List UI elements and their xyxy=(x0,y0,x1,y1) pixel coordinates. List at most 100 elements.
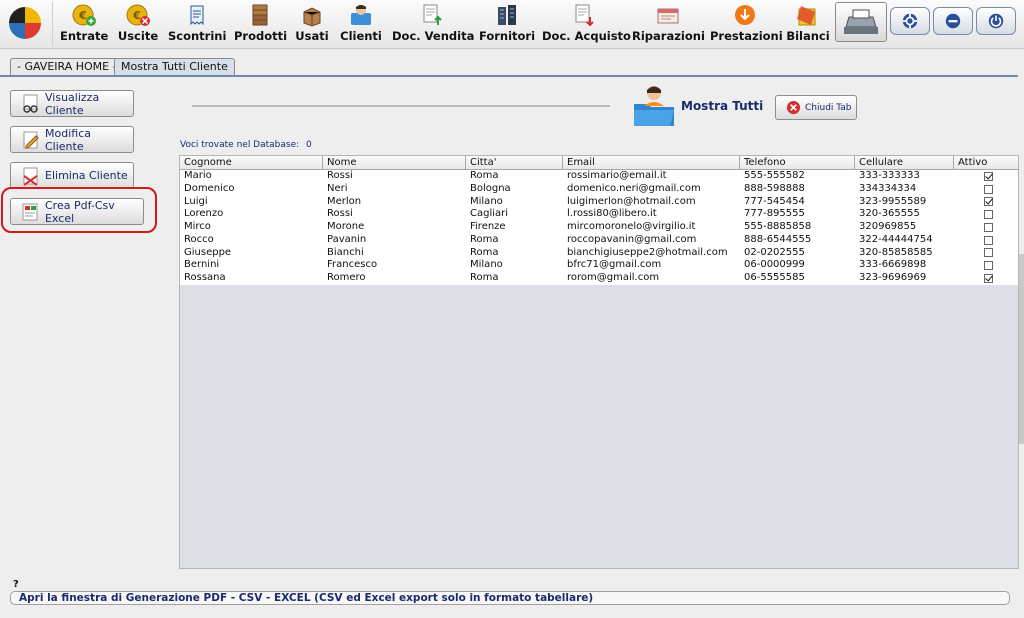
attivo-checkbox[interactable] xyxy=(983,197,993,207)
toolbar-clienti-label: Clienti xyxy=(340,29,382,43)
header-divider xyxy=(192,105,610,107)
toolbar-riparazioni-button[interactable]: Riparazioni xyxy=(632,0,705,46)
repairs-icon xyxy=(657,8,679,24)
cell-telefono: 02-0202555 xyxy=(744,246,805,258)
table-body: Mario Rossi Roma rossimario@email.it 555-555… xyxy=(180,170,1018,285)
col-header-attivo[interactable]: Attivo xyxy=(954,156,1018,170)
table-row[interactable]: Rocco Pavanin Roma roccopavanin@gmail.com 88… xyxy=(180,233,1018,247)
table-row[interactable]: Bernini Francesco Milano bfrc71@gmail.com 06… xyxy=(180,259,1018,272)
cell-telefono: 888-6544555 xyxy=(744,233,812,245)
cell-nome: Merlon xyxy=(327,195,362,207)
cell-email: rossimario@email.it xyxy=(567,170,667,181)
col-header-nome[interactable]: Nome xyxy=(323,156,466,170)
attivo-checkbox[interactable] xyxy=(983,210,993,220)
cell-attivo xyxy=(954,208,1018,221)
customer-folder-icon xyxy=(634,86,674,126)
attivo-checkbox[interactable] xyxy=(983,184,993,194)
cell-citta: Milano xyxy=(470,259,503,271)
toolbar-clienti-button[interactable]: Clienti xyxy=(338,0,384,46)
attivo-checkbox[interactable] xyxy=(983,222,993,232)
cell-cellulare: 320-365555 xyxy=(859,208,920,220)
col-header-cognome[interactable]: Cognome xyxy=(180,156,323,170)
cell-cellulare: 320969855 xyxy=(859,221,917,232)
table-row[interactable]: Giuseppe Bianchi Roma bianchigiuseppe2@hotm… xyxy=(180,246,1018,260)
toolbar-scontrini-button[interactable]: Scontrini xyxy=(168,0,226,46)
cell-nome: Pavanin xyxy=(327,233,367,245)
col-header-citta[interactable]: Citta' xyxy=(466,156,563,170)
cash-register-icon xyxy=(844,9,878,34)
cell-cognome: Mirco xyxy=(184,221,211,232)
attivo-checkbox[interactable] xyxy=(983,248,993,258)
power-button[interactable] xyxy=(976,7,1016,35)
toolbar-doc-acquisto-button[interactable]: Doc. Acquisto xyxy=(542,0,631,46)
vertical-scrollbar[interactable] xyxy=(1019,254,1024,444)
toolbar-bilanci-button[interactable]: Bilanci xyxy=(786,0,830,46)
chiudi-tab-label: Chiudi Tab xyxy=(805,102,852,113)
toolbar-usati-label: Usati xyxy=(295,29,329,43)
minimize-button[interactable] xyxy=(933,7,973,35)
toolbar-usati-button[interactable]: Usati xyxy=(294,0,330,46)
col-header-email[interactable]: Email xyxy=(563,156,740,170)
toolbar-prestazioni-label: Prestazioni xyxy=(710,29,783,43)
attivo-checkbox[interactable] xyxy=(983,273,993,283)
toolbar-prodotti-button[interactable]: Prodotti xyxy=(234,0,287,46)
table-row[interactable]: Mario Rossi Roma rossimario@email.it 555-555… xyxy=(180,170,1018,183)
purchase-document-icon xyxy=(575,4,594,27)
cell-cognome: Domenico xyxy=(184,182,235,194)
main-toolbar: € Entrate € Uscite Scontrini Prodotti Us… xyxy=(0,0,1024,49)
table-row[interactable]: Luigi Merlon Milano luigimerlon@hotmail.com… xyxy=(180,195,1018,209)
cell-email: l.rossi80@libero.it xyxy=(567,208,657,220)
attivo-checkbox[interactable] xyxy=(983,235,993,245)
toolbar-fornitori-button[interactable]: Fornitori xyxy=(478,0,536,46)
chiudi-tab-button[interactable]: Chiudi Tab xyxy=(775,95,857,120)
svg-text:€: € xyxy=(132,9,141,22)
tab-gaveira-home[interactable]: - GAVEIRA HOME - xyxy=(10,58,124,75)
cell-telefono: 777-545454 xyxy=(744,195,805,207)
table-row[interactable]: Mirco Morone Firenze mircomoronelo@virgilio… xyxy=(180,221,1018,234)
toolbar-doc-acquisto-label: Doc. Acquisto xyxy=(542,29,631,43)
toolbar-doc-vendita-button[interactable]: Doc. Vendita xyxy=(392,0,474,46)
table-row[interactable]: Domenico Neri Bologna domenico.neri@gmail.c… xyxy=(180,182,1018,196)
toolbar-riparazioni-label: Riparazioni xyxy=(632,29,705,43)
elimina-cliente-button[interactable]: Elimina Cliente xyxy=(10,162,134,189)
cell-cellulare: 323-9955589 xyxy=(859,195,927,207)
cell-citta: Milano xyxy=(470,195,503,207)
cell-nome: Bianchi xyxy=(327,246,364,258)
col-header-telefono[interactable]: Telefono xyxy=(740,156,855,170)
results-count: 0 xyxy=(306,140,312,150)
customers-table[interactable]: Cognome Nome Citta' Email Telefono Cellu… xyxy=(179,155,1019,569)
settings-icon xyxy=(902,13,918,29)
toolbar-entrate-button[interactable]: € Entrate xyxy=(60,0,108,46)
cell-citta: Bologna xyxy=(470,182,511,194)
power-icon xyxy=(988,13,1004,29)
delete-x-icon xyxy=(23,167,38,186)
toolbar-prestazioni-button[interactable]: Prestazioni xyxy=(710,0,783,46)
cell-citta: Roma xyxy=(470,246,499,258)
status-bar: Apri la finestra di Generazione PDF - CS… xyxy=(10,591,1010,605)
settings-button[interactable] xyxy=(890,7,930,35)
app-logo-pie-icon[interactable] xyxy=(8,6,42,40)
modifica-cliente-button[interactable]: Modifica Cliente xyxy=(10,126,134,153)
receipt-icon xyxy=(190,5,204,26)
cell-nome: Rossi xyxy=(327,208,353,220)
visualizza-cliente-button[interactable]: Visualizza Cliente xyxy=(10,90,134,117)
attivo-checkbox[interactable] xyxy=(983,261,993,271)
table-row[interactable]: Rossana Romero Roma rorom@gmail.com 06-55555… xyxy=(180,272,1018,285)
attivo-checkbox[interactable] xyxy=(983,171,993,181)
cell-email: mircomoronelo@virgilio.it xyxy=(567,221,696,232)
cell-telefono: 888-598888 xyxy=(744,182,805,194)
visualizza-cliente-label: Visualizza Cliente xyxy=(45,90,100,117)
cell-nome: Morone xyxy=(327,221,365,232)
cell-telefono: 555-8885858 xyxy=(744,221,812,232)
tab-mostra-tutti-cliente[interactable]: Mostra Tutti Cliente xyxy=(114,58,235,75)
cell-cognome: Rossana xyxy=(184,272,226,283)
toolbar-uscite-button[interactable]: € Uscite xyxy=(116,0,160,46)
cell-citta: Roma xyxy=(470,272,499,283)
col-header-cellulare[interactable]: Cellulare xyxy=(855,156,954,170)
suppliers-icon xyxy=(498,5,516,25)
cell-email: bianchigiuseppe2@hotmail.com xyxy=(567,246,728,258)
table-row[interactable]: Lorenzo Rossi Cagliari l.rossi80@libero.it 7… xyxy=(180,208,1018,221)
cell-citta: Roma xyxy=(470,170,499,181)
cash-register-button[interactable] xyxy=(835,2,887,42)
customer-icon xyxy=(351,5,371,25)
